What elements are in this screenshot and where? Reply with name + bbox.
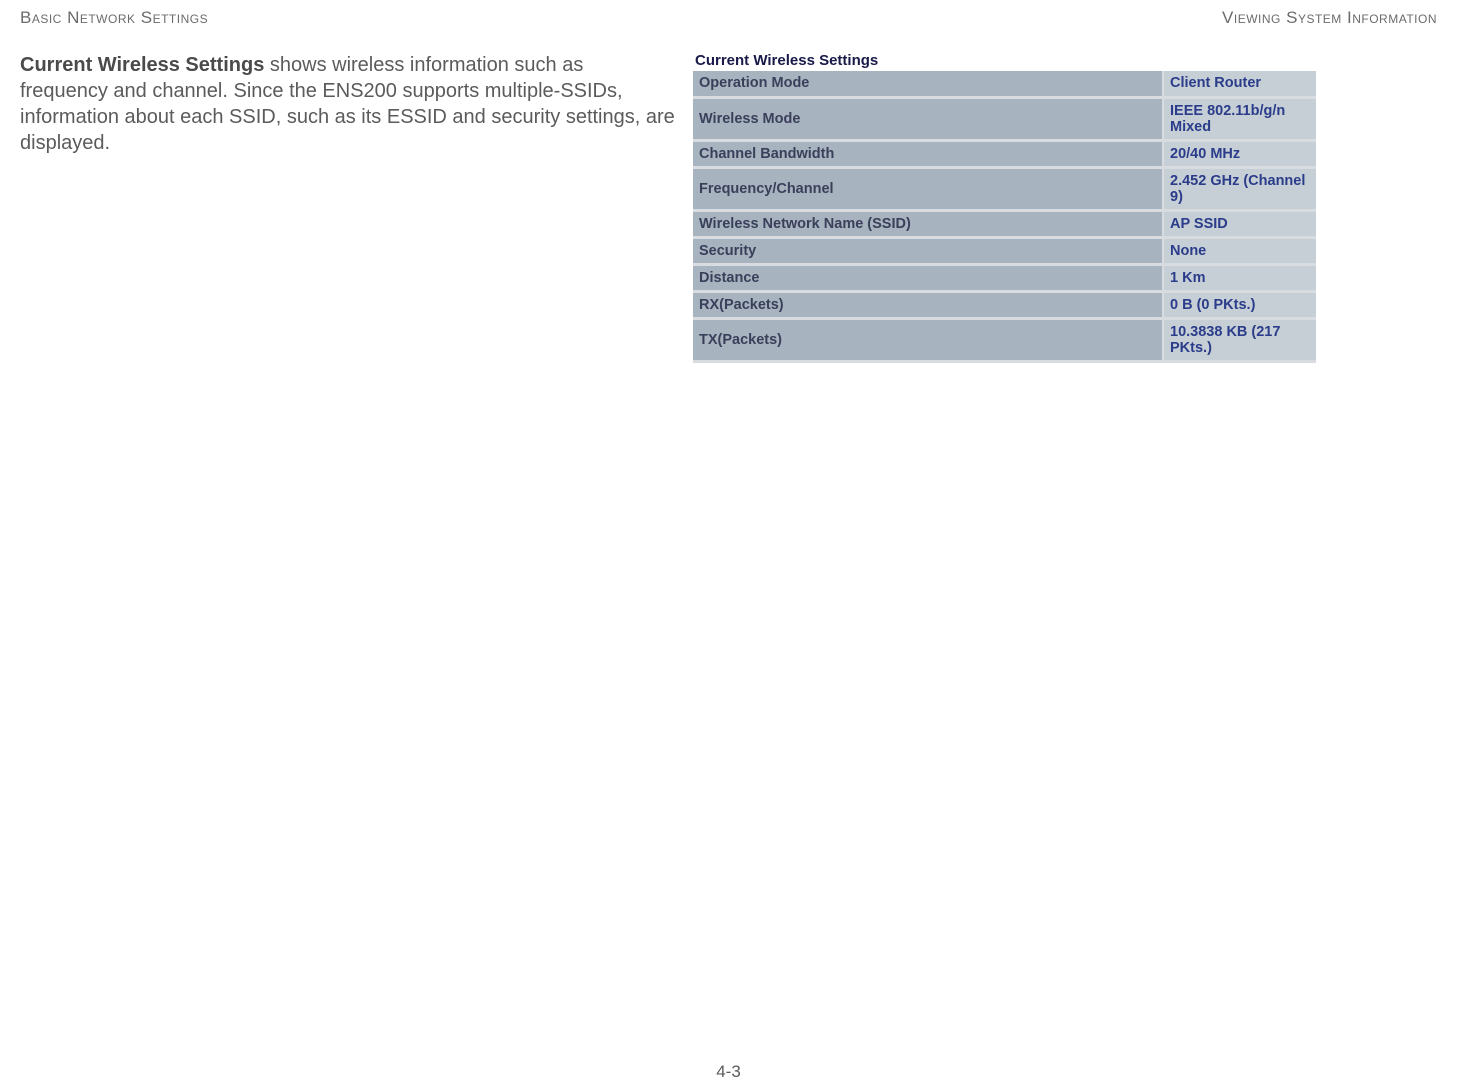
row-label: Frequency/Channel [693, 167, 1163, 210]
header-left: Basic Network Settings [20, 8, 208, 28]
row-label: Distance [693, 264, 1163, 291]
content-row: Current Wireless Settings shows wireless… [20, 52, 1437, 363]
table-row: Wireless Network Name (SSID) AP SSID [693, 210, 1316, 237]
table-row: Channel Bandwidth 20/40 MHz [693, 140, 1316, 167]
description-bold: Current Wireless Settings [20, 54, 264, 76]
description-text: Current Wireless Settings shows wireless… [20, 52, 675, 156]
row-value: AP SSID [1163, 210, 1316, 237]
row-value: 20/40 MHz [1163, 140, 1316, 167]
table-row: RX(Packets) 0 B (0 PKts.) [693, 291, 1316, 318]
row-value: IEEE 802.11b/g/n Mixed [1163, 97, 1316, 140]
table-row: Wireless Mode IEEE 802.11b/g/n Mixed [693, 97, 1316, 140]
row-value: 10.3838 KB (217 PKts.) [1163, 318, 1316, 361]
wireless-settings-table: Operation Mode Client Router Wireless Mo… [693, 71, 1316, 363]
row-label: Wireless Mode [693, 97, 1163, 140]
row-value: Client Router [1163, 71, 1316, 97]
row-label: RX(Packets) [693, 291, 1163, 318]
row-label: TX(Packets) [693, 318, 1163, 361]
row-value: None [1163, 237, 1316, 264]
row-label: Operation Mode [693, 71, 1163, 97]
page-header: Basic Network Settings Viewing System In… [20, 8, 1437, 28]
row-value: 1 Km [1163, 264, 1316, 291]
table-row: Frequency/Channel 2.452 GHz (Channel 9) [693, 167, 1316, 210]
wireless-settings-block: Current Wireless Settings Operation Mode… [693, 52, 1316, 363]
row-value: 0 B (0 PKts.) [1163, 291, 1316, 318]
page-number: 4-3 [716, 1062, 741, 1082]
table-row: Operation Mode Client Router [693, 71, 1316, 97]
row-value: 2.452 GHz (Channel 9) [1163, 167, 1316, 210]
row-label: Security [693, 237, 1163, 264]
row-label: Wireless Network Name (SSID) [693, 210, 1163, 237]
table-row: TX(Packets) 10.3838 KB (217 PKts.) [693, 318, 1316, 361]
header-right: Viewing System Information [1222, 8, 1437, 28]
table-row: Security None [693, 237, 1316, 264]
table-title: Current Wireless Settings [693, 52, 1316, 69]
row-label: Channel Bandwidth [693, 140, 1163, 167]
table-row: Distance 1 Km [693, 264, 1316, 291]
